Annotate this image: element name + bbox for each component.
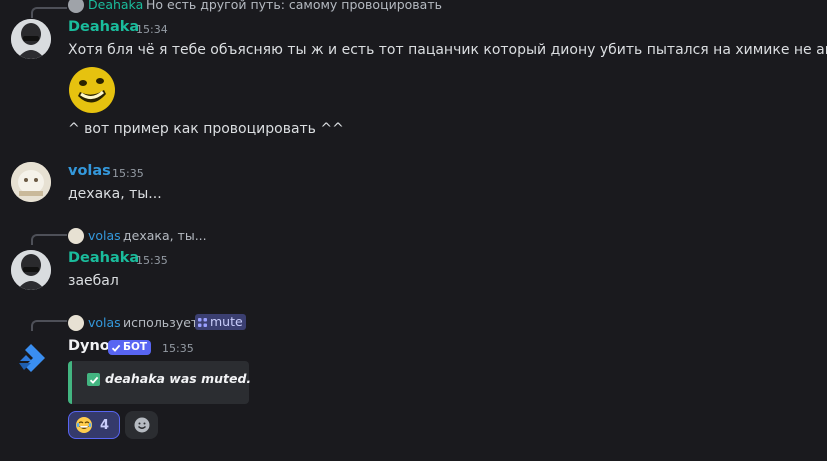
reply-username[interactable]: Deahaka <box>88 0 143 12</box>
reply-username[interactable]: volas <box>88 228 121 243</box>
bot-badge-label: БОТ <box>123 341 148 353</box>
message-text: заебал <box>68 273 119 289</box>
message-text: Хотя бля чё я тебе объясняю ты ж и есть … <box>68 42 827 58</box>
dyno-logo-icon <box>19 344 45 372</box>
command-used-text: использует <box>123 315 199 330</box>
reply-avatar[interactable] <box>68 315 84 331</box>
laughing-emoji-icon <box>76 417 92 433</box>
username[interactable]: volas <box>68 163 111 179</box>
username[interactable]: Dyno <box>68 338 110 354</box>
avatar[interactable] <box>11 162 51 202</box>
reply-connector <box>31 234 67 245</box>
avatar[interactable] <box>11 19 51 59</box>
slash-command-chip[interactable]: mute <box>195 314 246 330</box>
add-reaction-icon <box>134 417 149 433</box>
timestamp[interactable]: 15:35 <box>112 167 144 180</box>
reply-avatar[interactable] <box>68 228 84 244</box>
bot-badge: БОТ <box>108 340 152 355</box>
reply-connector <box>31 320 67 331</box>
timestamp[interactable]: 15:35 <box>136 254 168 267</box>
add-reaction-button[interactable] <box>125 411 158 439</box>
timestamp[interactable]: 15:34 <box>136 23 168 36</box>
command-name: mute <box>210 314 243 329</box>
reply-connector <box>31 7 67 18</box>
emoji-image <box>69 67 115 113</box>
reaction-laughing[interactable]: 4 <box>68 411 120 439</box>
avatar-photo <box>11 250 51 290</box>
username[interactable]: Deahaka <box>68 250 139 266</box>
avatar-photo <box>11 19 51 59</box>
reply-preview-text[interactable]: дехака, ты... <box>123 228 207 243</box>
avatar[interactable] <box>11 250 51 290</box>
avatar-photo <box>11 162 51 202</box>
avatar[interactable] <box>11 337 51 377</box>
message-text: ^ вот пример как провоцировать ^^ <box>68 121 344 137</box>
timestamp[interactable]: 15:35 <box>162 342 194 355</box>
slash-command-icon <box>198 317 207 327</box>
reply-avatar[interactable] <box>68 0 84 13</box>
reply-preview-text[interactable]: Но есть другой путь: самому провоцироват… <box>146 0 442 12</box>
reply-username[interactable]: volas <box>88 315 121 330</box>
verified-check-icon <box>111 344 121 352</box>
embed: deahaka was muted. <box>68 361 252 404</box>
check-icon <box>87 373 100 386</box>
embed-description: deahaka was muted. <box>105 371 252 386</box>
username[interactable]: Deahaka <box>68 19 139 35</box>
reaction-count: 4 <box>100 417 110 433</box>
message-text: дехака, ты... <box>68 186 162 202</box>
grinning-emoji[interactable] <box>68 66 116 114</box>
